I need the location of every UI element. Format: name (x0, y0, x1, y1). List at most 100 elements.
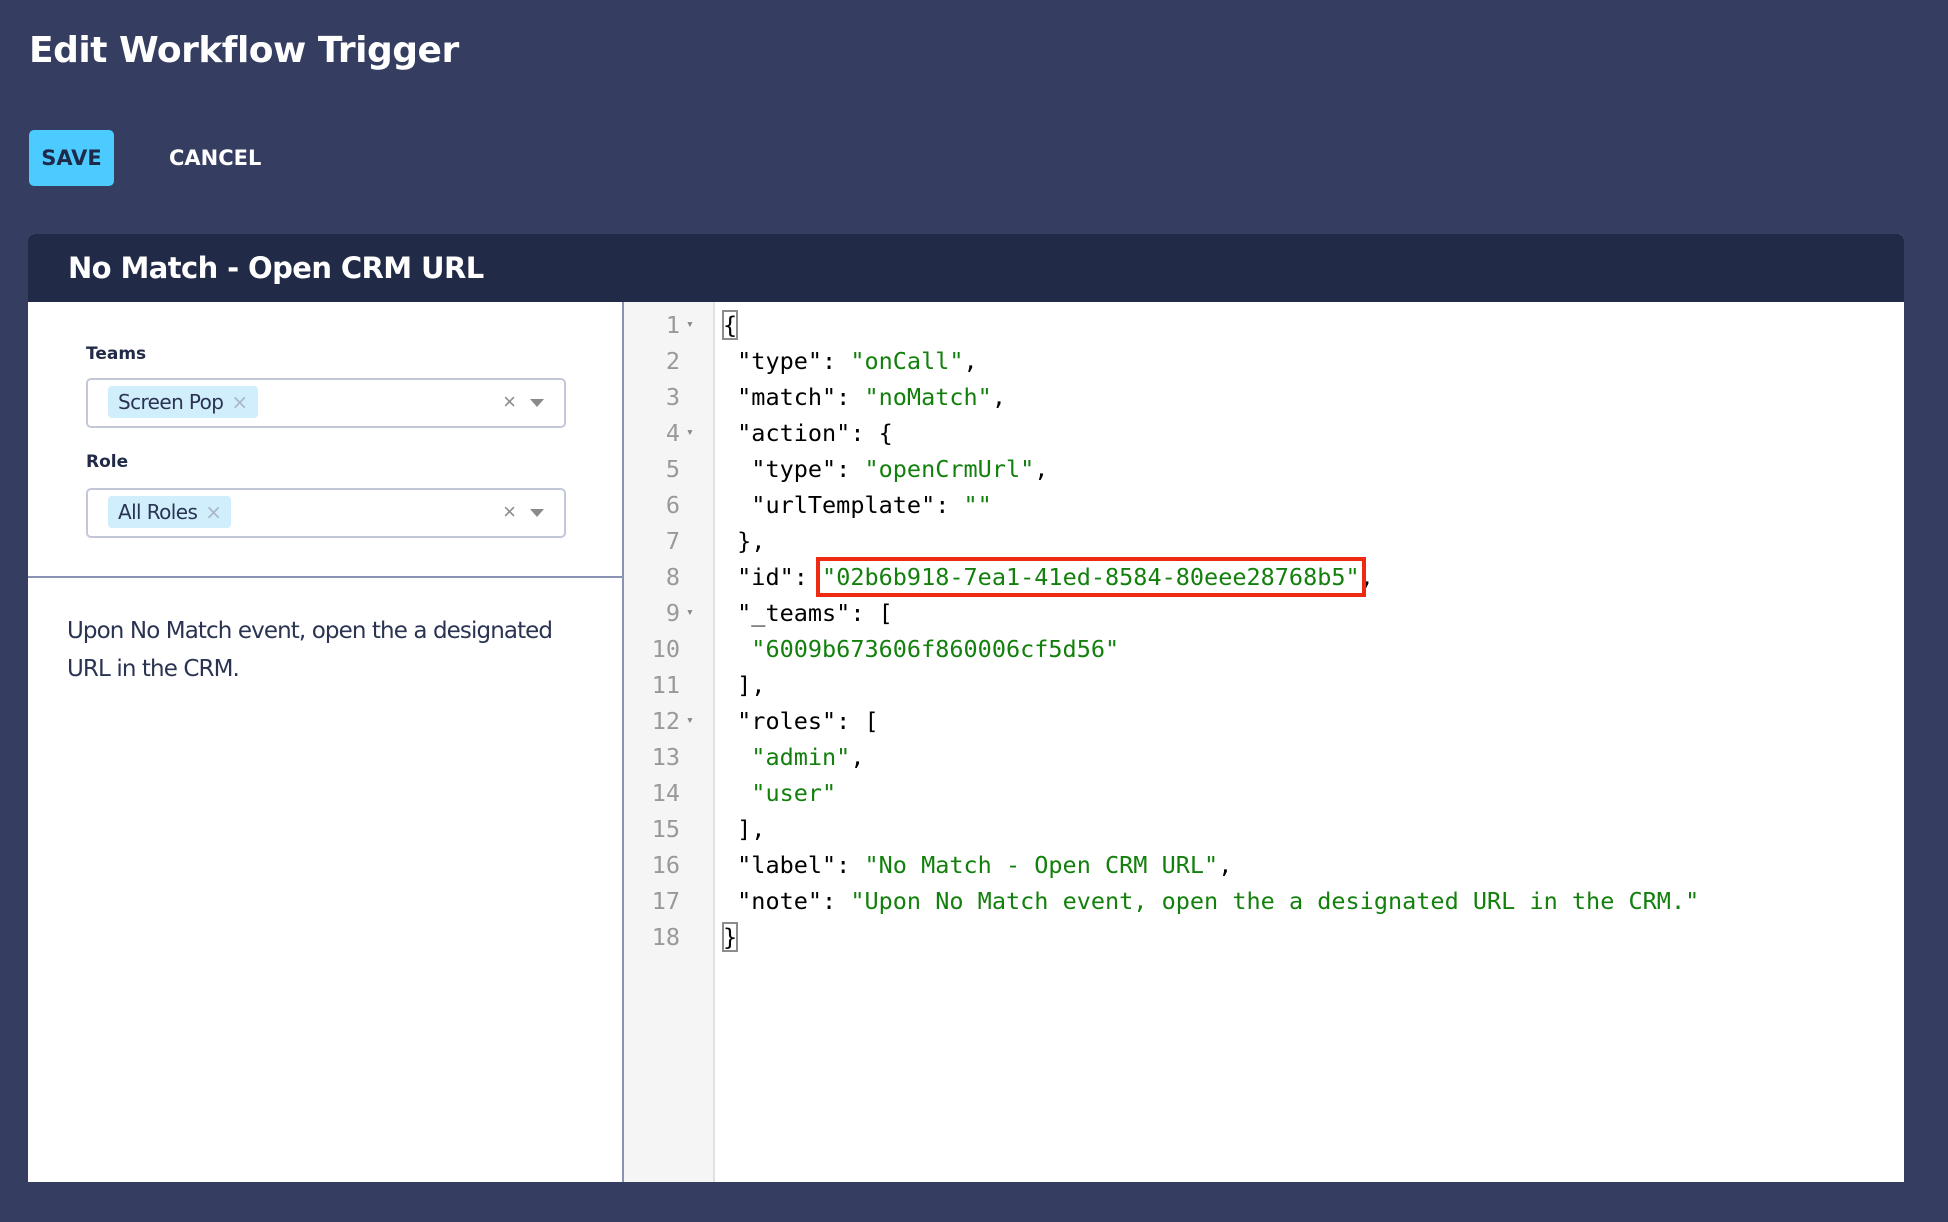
fold-toggle-icon[interactable]: ▾ (686, 415, 694, 451)
code-text: }, (723, 523, 765, 559)
code-text: "label": "No Match - Open CRM URL", (723, 847, 1232, 883)
line-number: 14 (651, 779, 680, 807)
code-text: "urlTemplate": "" (723, 487, 992, 523)
fold-toggle-icon[interactable]: ▾ (686, 307, 694, 343)
clear-icon[interactable]: × (503, 499, 516, 525)
team-chip-label: Screen Pop (118, 390, 224, 414)
code-token: "type": (723, 455, 865, 483)
line-number: 4 (665, 419, 680, 447)
line-number: 12 (651, 707, 680, 735)
string-token: "onCall" (850, 347, 964, 375)
code-text: } (721, 919, 739, 955)
code-text: "6009b673606f860006cf5d56" (723, 631, 1119, 667)
code-text: "user" (723, 775, 836, 811)
code-line[interactable]: 2 "type": "onCall", (624, 343, 1904, 379)
line-number: 7 (665, 527, 680, 555)
code-token: , (991, 383, 1006, 411)
code-line[interactable]: 7 }, (624, 523, 1904, 559)
code-line[interactable]: 16 "label": "No Match - Open CRM URL", (624, 847, 1904, 883)
line-number: 9 (665, 599, 680, 627)
remove-chip-icon[interactable]: × (231, 390, 248, 414)
card-header: No Match - Open CRM URL (28, 234, 1904, 302)
line-number: 13 (651, 743, 680, 771)
line-number: 18 (651, 923, 680, 951)
code-text: "_teams": [ (723, 595, 893, 631)
string-token: "6009b673606f860006cf5d56" (751, 635, 1120, 663)
string-token: "user" (751, 779, 837, 807)
code-line[interactable]: 12 ▾ "roles": [ (624, 703, 1904, 739)
code-token: , (1034, 455, 1049, 483)
json-editor[interactable]: 1 ▾{2 "type": "onCall", 3 "match": "noMatc… (624, 302, 1904, 1182)
matched-bracket: { (721, 310, 739, 340)
line-number: 2 (665, 347, 680, 375)
code-token: "label": (723, 851, 865, 879)
line-number: 3 (665, 383, 680, 411)
code-line[interactable]: 11 ], (624, 667, 1904, 703)
line-number: 11 (651, 671, 680, 699)
code-token: "urlTemplate": (723, 491, 964, 519)
code-token: , (1218, 851, 1233, 879)
code-text: "roles": [ (723, 703, 879, 739)
code-text: "type": "onCall", (723, 343, 978, 379)
teams-label: Teams (86, 344, 147, 364)
code-token: , (963, 347, 978, 375)
code-line[interactable]: 15 ], (624, 811, 1904, 847)
code-lines: 1 ▾{2 "type": "onCall", 3 "match": "noMatc… (624, 307, 1904, 955)
page-title: Edit Workflow Trigger (29, 30, 459, 71)
teams-select[interactable]: Screen Pop × × (86, 378, 566, 428)
code-text: "action": { (723, 415, 893, 451)
code-token: "roles": [ (723, 707, 879, 735)
role-select[interactable]: All Roles × × (86, 488, 566, 538)
line-number: 8 (665, 563, 680, 591)
string-token: "" (963, 491, 992, 519)
chevron-down-icon[interactable] (530, 509, 544, 517)
highlighted-id-value: "02b6b918-7ea1-41ed-8584-80eee28768b5" (816, 557, 1366, 597)
line-number: 1 (665, 311, 680, 339)
code-line[interactable]: 6 "urlTemplate": "" (624, 487, 1904, 523)
string-token: "admin" (751, 743, 851, 771)
code-line[interactable]: 3 "match": "noMatch", (624, 379, 1904, 415)
code-token: ], (723, 671, 766, 699)
code-line[interactable]: 14 "user" (624, 775, 1904, 811)
code-token: "note": (723, 887, 851, 915)
code-line[interactable]: 10 "6009b673606f860006cf5d56" (624, 631, 1904, 667)
code-line[interactable]: 17 "note": "Upon No Match event, open th… (624, 883, 1904, 919)
clear-icon[interactable]: × (503, 389, 516, 415)
line-number: 6 (665, 491, 680, 519)
chevron-down-icon[interactable] (530, 399, 544, 407)
remove-chip-icon[interactable]: × (205, 500, 222, 524)
code-token: , (1359, 563, 1374, 591)
string-token: "noMatch" (864, 383, 992, 411)
code-token: "type": (723, 347, 851, 375)
code-line[interactable]: 18} (624, 919, 1904, 955)
code-line[interactable]: 5 "type": "openCrmUrl", (624, 451, 1904, 487)
code-token: "_teams": [ (723, 599, 893, 627)
fold-toggle-icon[interactable]: ▾ (686, 595, 694, 631)
line-number: 16 (651, 851, 680, 879)
code-line[interactable]: 9 ▾ "_teams": [ (624, 595, 1904, 631)
cancel-button[interactable]: CANCEL (155, 130, 275, 186)
code-text: "type": "openCrmUrl", (723, 451, 1048, 487)
line-number: 5 (665, 455, 680, 483)
card-title: No Match - Open CRM URL (68, 251, 484, 285)
code-line[interactable]: 13 "admin", (624, 739, 1904, 775)
code-line[interactable]: 1 ▾ { (624, 307, 1904, 343)
code-line[interactable]: 4 ▾ "action": { (624, 415, 1904, 451)
fold-toggle-icon[interactable]: ▾ (686, 703, 694, 739)
line-number: 10 (651, 635, 680, 663)
string-token: "Upon No Match event, open the a designa… (850, 887, 1700, 915)
code-text: ], (723, 811, 765, 847)
code-text: ], (723, 667, 765, 703)
save-button[interactable]: SAVE (29, 130, 114, 186)
role-chip: All Roles × (108, 496, 232, 528)
string-token: "No Match - Open CRM URL" (864, 851, 1219, 879)
line-number: 15 (651, 815, 680, 843)
role-label: Role (86, 452, 129, 472)
code-line[interactable]: 8 "id": "02b6b918-7ea1-41ed-8584-80eee28… (624, 557, 1904, 597)
code-token: , (850, 743, 865, 771)
settings-panel: Teams Screen Pop × × Role All Roles × × … (28, 302, 624, 1182)
code-token: }, (723, 527, 766, 555)
form-section: Teams Screen Pop × × Role All Roles × × (28, 302, 622, 578)
